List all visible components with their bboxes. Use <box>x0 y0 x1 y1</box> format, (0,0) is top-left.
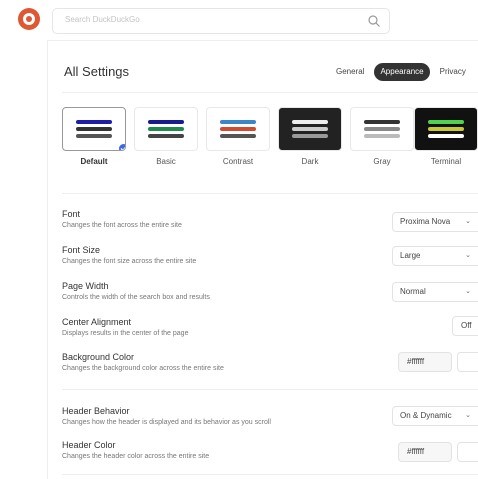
header-behavior-select-value: On & Dynamic <box>400 411 452 420</box>
background-color-swatch[interactable] <box>457 352 478 372</box>
theme-preview[interactable] <box>350 107 414 151</box>
theme-contrast[interactable]: Contrast <box>206 107 270 166</box>
theme-bar <box>292 127 328 131</box>
setting-label: Center Alignment <box>62 317 132 327</box>
theme-bar <box>220 120 256 124</box>
divider <box>62 193 478 194</box>
font-size-select-value: Large <box>400 251 421 260</box>
page-title: All Settings <box>64 64 130 79</box>
header-divider <box>47 40 478 41</box>
theme-bar <box>428 127 464 131</box>
duckduckgo-logo[interactable] <box>18 8 40 30</box>
center-alignment-value: Off <box>461 321 472 330</box>
center-alignment-toggle[interactable]: Off <box>452 316 478 336</box>
theme-bar <box>364 120 400 124</box>
tab-privacy[interactable]: Privacy <box>434 63 466 81</box>
page-width-select[interactable]: Normal ⌄ <box>392 282 478 302</box>
theme-bar <box>148 127 184 131</box>
setting-center-alignment: Center Alignment Displays results in the… <box>62 317 478 337</box>
chevron-down-icon: ⌄ <box>465 288 471 295</box>
theme-preview[interactable] <box>206 107 270 151</box>
theme-dark[interactable]: Dark <box>278 107 342 166</box>
theme-terminal[interactable]: Terminal <box>414 107 478 166</box>
theme-bar <box>292 120 328 124</box>
theme-label: Contrast <box>222 157 254 166</box>
tab-appearance[interactable]: Appearance <box>374 63 430 81</box>
check-icon <box>117 142 125 150</box>
chevron-down-icon: ⌄ <box>465 252 471 259</box>
background-color-input[interactable]: #ffffff <box>398 352 452 372</box>
font-size-select[interactable]: Large ⌄ <box>392 246 478 266</box>
theme-bar <box>76 120 112 124</box>
font-select[interactable]: Proxima Nova ⌄ <box>392 212 478 232</box>
theme-gray[interactable]: Gray <box>350 107 414 166</box>
theme-preview[interactable] <box>278 107 342 151</box>
theme-bar <box>364 134 400 138</box>
font-select-value: Proxima Nova <box>400 217 451 226</box>
theme-bar <box>148 134 184 138</box>
theme-bar <box>220 127 256 131</box>
theme-label: Dark <box>301 157 319 166</box>
settings-tabs: General Appearance Privacy <box>330 63 466 83</box>
theme-preview[interactable] <box>62 107 126 151</box>
page-width-select-value: Normal <box>400 287 426 296</box>
search-input[interactable]: Search DuckDuckGo <box>52 8 390 34</box>
theme-default[interactable]: Default <box>62 107 126 166</box>
theme-bar <box>76 134 112 138</box>
header-color-swatch[interactable] <box>457 442 478 462</box>
search-icon[interactable] <box>367 14 381 28</box>
search-placeholder: Search DuckDuckGo <box>65 15 140 24</box>
top-bar: Search DuckDuckGo <box>0 0 478 40</box>
theme-label: Terminal <box>430 157 462 166</box>
divider <box>62 92 478 93</box>
setting-description: Displays results in the center of the pa… <box>62 330 189 337</box>
header-color-value: #ffffff <box>407 447 425 456</box>
theme-bar <box>148 120 184 124</box>
background-color-value: #ffffff <box>407 357 425 366</box>
theme-label: Gray <box>373 157 391 166</box>
divider <box>62 474 478 475</box>
divider <box>62 389 478 390</box>
theme-bar <box>292 134 328 138</box>
header-behavior-select[interactable]: On & Dynamic ⌄ <box>392 406 478 426</box>
theme-bar <box>428 120 464 124</box>
theme-preview[interactable] <box>414 107 478 151</box>
content-left-border <box>47 40 48 479</box>
theme-bar <box>220 134 256 138</box>
theme-preview[interactable] <box>134 107 198 151</box>
theme-bar <box>428 134 464 138</box>
theme-label: Default <box>80 157 108 166</box>
header-color-input[interactable]: #ffffff <box>398 442 452 462</box>
theme-bar <box>76 127 112 131</box>
tab-general[interactable]: General <box>330 63 370 81</box>
chevron-down-icon: ⌄ <box>465 218 471 225</box>
theme-label: Basic <box>156 157 176 166</box>
theme-picker: Default Basic Contrast Dark Gray Termina… <box>62 107 478 167</box>
theme-basic[interactable]: Basic <box>134 107 198 166</box>
theme-bar <box>364 127 400 131</box>
chevron-down-icon: ⌄ <box>465 412 471 419</box>
